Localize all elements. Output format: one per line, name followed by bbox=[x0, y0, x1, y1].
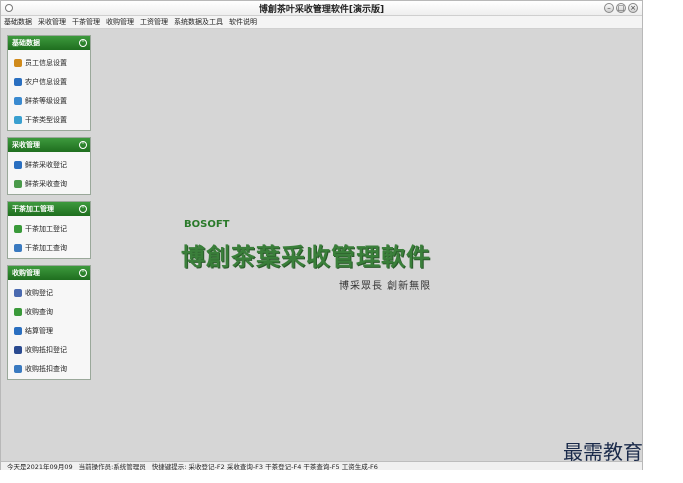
sidebar-group-header[interactable]: 收购管理 ⌃ bbox=[8, 266, 90, 280]
settle-icon bbox=[14, 326, 22, 335]
sidebar: 基础数据 ⌃ 员工信息设置 农户信息设置 鲜茶等级设置 干茶类型设置采收管理 ⌃ 鲜茶采收登记… bbox=[7, 35, 91, 459]
menu-item[interactable]: 采收管理 bbox=[35, 17, 69, 27]
sidebar-item[interactable]: 结算管理 bbox=[8, 321, 90, 340]
sidebar-group-header[interactable]: 采收管理 ⌃ bbox=[8, 138, 90, 152]
menu-item[interactable]: 收购管理 bbox=[103, 17, 137, 27]
sidebar-item[interactable]: 收购抵扣查询 bbox=[8, 359, 90, 378]
logo-slogan: 博采眾長 創新無限 bbox=[339, 281, 432, 292]
sidebar-group-title: 收购管理 bbox=[12, 269, 40, 277]
sidebar-item[interactable]: 干茶加工登记 bbox=[8, 219, 90, 238]
sidebar-item-label: 收购查询 bbox=[25, 307, 53, 316]
sidebar-group-title: 基础数据 bbox=[12, 39, 40, 47]
sidebar-group-header[interactable]: 干茶加工管理 ⌃ bbox=[8, 202, 90, 216]
sidebar-item[interactable]: 鲜茶采收查询 bbox=[8, 174, 90, 193]
maximize-icon[interactable]: □ bbox=[616, 3, 626, 13]
sidebar-item-label: 收购抵扣登记 bbox=[25, 345, 67, 354]
collapse-icon[interactable]: ⌃ bbox=[79, 141, 87, 149]
sidebar-group-title: 干茶加工管理 bbox=[12, 205, 54, 213]
sidebar-group: 采收管理 ⌃ 鲜茶采收登记 鲜茶采收查询 bbox=[7, 137, 91, 195]
user-icon bbox=[14, 58, 22, 67]
search-icon bbox=[14, 243, 22, 252]
register-icon bbox=[14, 160, 22, 169]
status-date: 今天是2021年09月09 bbox=[7, 463, 73, 471]
tea-type-icon bbox=[14, 115, 22, 124]
menu-item[interactable]: 干茶管理 bbox=[69, 17, 103, 27]
brand-logo: BOSOFT bbox=[184, 219, 230, 230]
purchase-query-icon bbox=[14, 307, 22, 316]
menu-item[interactable]: 系统数据及工具 bbox=[171, 17, 226, 27]
app-window: 博創茶叶采收管理软件[演示版] – □ × 基础数据 采收管理 干茶管理 收购管理 工资… bbox=[0, 0, 643, 471]
deduct-query-icon bbox=[14, 364, 22, 373]
menu-item[interactable]: 软件说明 bbox=[226, 17, 260, 27]
sidebar-item-label: 结算管理 bbox=[25, 326, 53, 335]
sidebar-item[interactable]: 收购登记 bbox=[8, 283, 90, 302]
sidebar-item[interactable]: 干茶加工查询 bbox=[8, 238, 90, 257]
sidebar-group-title: 采收管理 bbox=[12, 141, 40, 149]
status-shortcuts: 快捷键提示: 采收登记-F2 采收查询-F3 干茶登记-F4 干茶查询-F5 工… bbox=[151, 463, 378, 471]
sidebar-item-label: 鲜茶采收登记 bbox=[25, 160, 67, 169]
sidebar-group: 干茶加工管理 ⌃ 干茶加工登记 干茶加工查询 bbox=[7, 201, 91, 259]
logo-title: 博創茶葉采收管理軟件 bbox=[181, 243, 431, 271]
collapse-icon[interactable]: ⌃ bbox=[79, 39, 87, 47]
edit-icon bbox=[14, 224, 22, 233]
farmer-icon bbox=[14, 77, 22, 86]
watermark: 最需教育 bbox=[563, 440, 643, 464]
close-icon[interactable]: × bbox=[628, 3, 638, 13]
sidebar-group: 基础数据 ⌃ 员工信息设置 农户信息设置 鲜茶等级设置 干茶类型设置 bbox=[7, 35, 91, 131]
status-bar: 今天是2021年09月09 当前操作员:系统管理员 快捷键提示: 采收登记-F2… bbox=[1, 461, 642, 471]
window-title: 博創茶叶采收管理软件[演示版] bbox=[258, 5, 385, 15]
query-icon bbox=[14, 179, 22, 188]
sidebar-item-label: 干茶加工登记 bbox=[25, 224, 67, 233]
menu-item[interactable]: 基础数据 bbox=[1, 17, 35, 27]
sidebar-item-label: 收购抵扣查询 bbox=[25, 364, 67, 373]
sidebar-item[interactable]: 收购抵扣登记 bbox=[8, 340, 90, 359]
collapse-icon[interactable]: ⌃ bbox=[79, 205, 87, 213]
title-bar: 博創茶叶采收管理软件[演示版] – □ × bbox=[1, 1, 642, 16]
minimize-icon[interactable]: – bbox=[604, 3, 614, 13]
sidebar-item-label: 干茶加工查询 bbox=[25, 243, 67, 252]
grade-icon bbox=[14, 96, 22, 105]
sidebar-item-label: 员工信息设置 bbox=[25, 58, 67, 67]
deduct-icon bbox=[14, 345, 22, 354]
menu-item[interactable]: 工资管理 bbox=[137, 17, 171, 27]
sidebar-item-label: 干茶类型设置 bbox=[25, 115, 67, 124]
menu-bar: 基础数据 采收管理 干茶管理 收购管理 工资管理 系统数据及工具 软件说明 bbox=[1, 16, 642, 29]
sidebar-item[interactable]: 员工信息设置 bbox=[8, 53, 90, 72]
sidebar-item-label: 鲜茶等级设置 bbox=[25, 96, 67, 105]
sidebar-item[interactable]: 鲜茶等级设置 bbox=[8, 91, 90, 110]
window-controls: – □ × bbox=[604, 3, 638, 13]
sidebar-item[interactable]: 收购查询 bbox=[8, 302, 90, 321]
sidebar-item-label: 鲜茶采收查询 bbox=[25, 179, 67, 188]
sidebar-item[interactable]: 鲜茶采收登记 bbox=[8, 155, 90, 174]
purchase-icon bbox=[14, 288, 22, 297]
sidebar-item-label: 农户信息设置 bbox=[25, 77, 67, 86]
logo: BOSOFT 博創茶葉采收管理軟件 博采眾長 創新無限 bbox=[181, 219, 481, 299]
sidebar-group: 收购管理 ⌃ 收购登记收购查询结算管理收购抵扣登记 收购抵扣查询 bbox=[7, 265, 91, 380]
sidebar-group-header[interactable]: 基础数据 ⌃ bbox=[8, 36, 90, 50]
status-operator: 当前操作员:系统管理员 bbox=[78, 463, 146, 471]
sidebar-item[interactable]: 农户信息设置 bbox=[8, 72, 90, 91]
sidebar-item-label: 收购登记 bbox=[25, 288, 53, 297]
sidebar-item[interactable]: 干茶类型设置 bbox=[8, 110, 90, 129]
collapse-icon[interactable]: ⌃ bbox=[79, 269, 87, 277]
